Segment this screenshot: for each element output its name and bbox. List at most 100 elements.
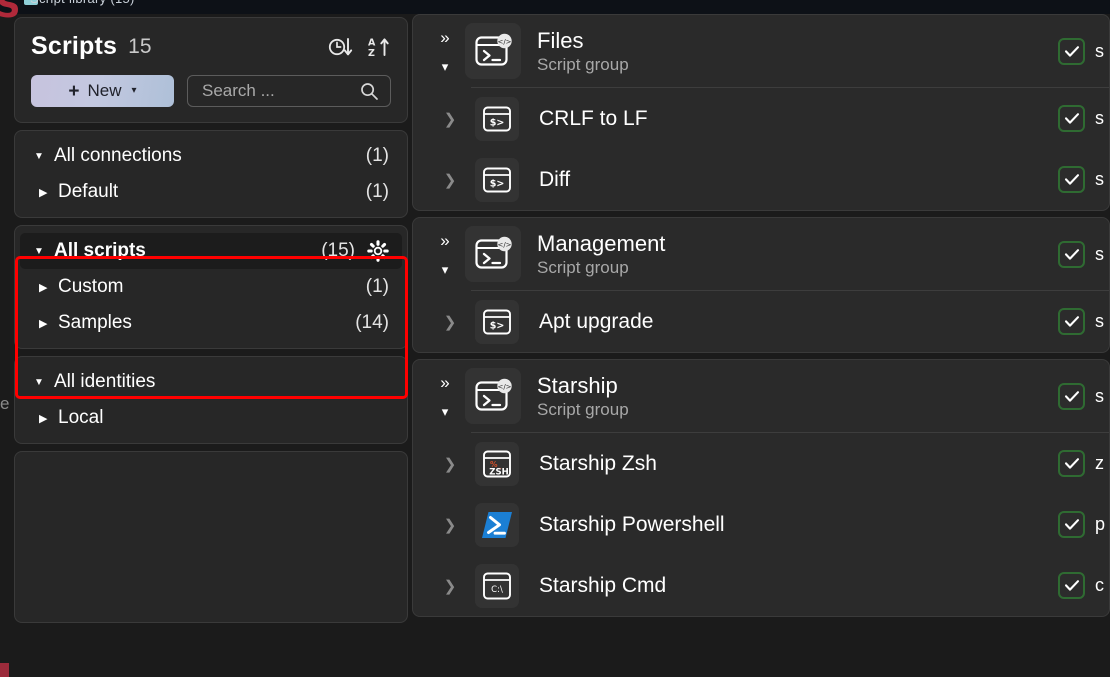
enabled-checkbox[interactable]: [1058, 511, 1085, 538]
sidebar-item-label: Default: [58, 181, 118, 203]
script-group-card: »▾ </> FilesScript group s❯ $> CRLF to L…: [412, 14, 1110, 211]
sidebar-item-local[interactable]: ▶ Local: [20, 400, 402, 436]
search-icon[interactable]: [359, 81, 379, 101]
double-chevron-right-icon[interactable]: »: [440, 374, 449, 391]
script-group-header[interactable]: »▾ </> StarshipScript group s: [413, 360, 1109, 432]
chevron-down-icon[interactable]: ▼: [34, 151, 54, 162]
script-group-header[interactable]: »▾ </> ManagementScript group s: [413, 218, 1109, 290]
sidebar-item-all-identities[interactable]: ▼All identities: [20, 364, 402, 400]
script-row[interactable]: ❯ %_ ZSH Starship Zsh z: [413, 433, 1109, 494]
script-shell-label: s: [1095, 108, 1109, 129]
corner-brand-glyph: S: [0, 0, 21, 23]
clock-sort-descending-icon[interactable]: [328, 36, 354, 58]
script-group-card: »▾ </> StarshipScript group s❯ %_ ZSH St…: [412, 359, 1110, 617]
sidebar-item-count: (1): [366, 276, 389, 298]
group-expand-controls[interactable]: »▾: [425, 232, 465, 276]
svg-text:C:\: C:\: [491, 585, 503, 595]
sidebar-item-count: (14): [355, 312, 389, 334]
sidebar-item-label: Local: [58, 407, 103, 429]
new-script-button[interactable]: + New ▾: [31, 75, 174, 107]
corner-accent-square: [0, 663, 9, 677]
sidebar: Scripts 15 A Z: [14, 17, 408, 672]
chevron-right-icon[interactable]: ▶: [34, 281, 54, 294]
search-input[interactable]: Search ...: [187, 75, 391, 107]
sidebar-item-all-scripts[interactable]: ▼All scripts(15): [20, 233, 402, 269]
script-name: Starship Cmd: [539, 574, 666, 598]
script-group-subtitle: Script group: [537, 400, 629, 420]
svg-text:Z: Z: [368, 48, 375, 58]
sidebar-item-count: (1): [366, 145, 389, 167]
new-button-label: New: [88, 81, 122, 101]
scripts-header-card: Scripts 15 A Z: [14, 17, 408, 123]
sidebar-item-label: Custom: [58, 276, 123, 298]
script-row[interactable]: ❯ $> Apt upgrade s: [413, 291, 1109, 352]
scripts-count: 15: [128, 35, 151, 59]
group-expand-controls[interactable]: »▾: [425, 29, 465, 73]
sidebar-item-custom[interactable]: ▶ Custom (1): [20, 269, 402, 305]
chevron-down-icon[interactable]: ▼: [34, 246, 54, 257]
enabled-checkbox[interactable]: [1058, 450, 1085, 477]
sidebar-item-count: (15): [321, 240, 355, 262]
script-group-shell-label: s: [1095, 386, 1109, 407]
chevron-right-icon[interactable]: ❯: [425, 516, 475, 534]
script-list-panel: »▾ </> FilesScript group s❯ $> CRLF to L…: [412, 14, 1110, 677]
sidebar-item-all-connections[interactable]: ▼All connections (1): [20, 138, 402, 174]
shell-script-icon: $>: [475, 97, 519, 141]
page-title: Scripts: [31, 32, 117, 61]
group-expand-controls[interactable]: »▾: [425, 374, 465, 418]
enabled-checkbox[interactable]: [1058, 166, 1085, 193]
script-group-title: Starship: [537, 373, 629, 398]
sidebar-item-default[interactable]: ▶Default(1): [20, 174, 402, 210]
double-chevron-right-icon[interactable]: »: [440, 232, 449, 249]
script-group-terminal-icon: </>: [465, 368, 521, 424]
sidebar-item-label: All connections: [54, 145, 182, 167]
chevron-down-icon[interactable]: ▾: [442, 405, 449, 418]
enabled-checkbox[interactable]: [1058, 241, 1085, 268]
script-group-header[interactable]: »▾ </> FilesScript group s: [413, 15, 1109, 87]
window-titlebar: Script library (15): [0, 0, 1110, 14]
script-row[interactable]: ❯ $> CRLF to LF s: [413, 88, 1109, 149]
sidebar-item-label: All identities: [54, 371, 155, 393]
chevron-right-icon[interactable]: ▶: [34, 317, 54, 330]
search-placeholder: Search ...: [202, 81, 359, 101]
double-chevron-right-icon[interactable]: »: [440, 29, 449, 46]
script-row[interactable]: ❯ Starship Powershell p: [413, 494, 1109, 555]
script-group-terminal-icon: </>: [465, 226, 521, 282]
chevron-right-icon[interactable]: ❯: [425, 171, 475, 189]
alpha-sort-ascending-icon[interactable]: A Z: [367, 36, 391, 58]
svg-text:</>: </>: [497, 38, 511, 46]
script-row[interactable]: ❯ $> Diff s: [413, 149, 1109, 210]
enabled-checkbox[interactable]: [1058, 308, 1085, 335]
gear-icon[interactable]: [367, 240, 389, 262]
script-group-subtitle: Script group: [537, 258, 665, 278]
chevron-right-icon[interactable]: ▶: [34, 186, 54, 199]
enabled-checkbox[interactable]: [1058, 383, 1085, 410]
chevron-right-icon[interactable]: ❯: [425, 110, 475, 128]
chevron-right-icon[interactable]: ❯: [425, 313, 475, 331]
enabled-checkbox[interactable]: [1058, 105, 1085, 132]
enabled-checkbox[interactable]: [1058, 38, 1085, 65]
chevron-down-icon[interactable]: ▾: [442, 60, 449, 73]
sidebar-item-label: Samples: [58, 312, 132, 334]
identities-group: ▼All identities ▶ Local: [14, 356, 408, 444]
sidebar-item-samples[interactable]: ▶ Samples (14): [20, 305, 402, 341]
chevron-down-icon[interactable]: ▼: [34, 377, 54, 388]
chevron-right-icon[interactable]: ❯: [425, 455, 475, 473]
empty-panel-card: [14, 451, 408, 623]
enabled-checkbox[interactable]: [1058, 572, 1085, 599]
script-group-shell-label: s: [1095, 244, 1109, 265]
chevron-right-icon[interactable]: ▶: [34, 412, 54, 425]
chevron-right-icon[interactable]: ❯: [425, 577, 475, 595]
cmd-icon: C:\: [475, 564, 519, 608]
script-group-subtitle: Script group: [537, 55, 629, 75]
chevron-down-icon: ▾: [132, 86, 137, 96]
script-shell-label: z: [1095, 453, 1109, 474]
script-name: CRLF to LF: [539, 107, 648, 131]
script-row[interactable]: ❯ C:\ Starship Cmd c: [413, 555, 1109, 616]
chevron-down-icon[interactable]: ▾: [442, 263, 449, 276]
svg-text:A: A: [368, 37, 376, 48]
window-title: Script library (15): [30, 0, 135, 6]
script-name: Starship Zsh: [539, 452, 657, 476]
script-group-terminal-icon: </>: [465, 23, 521, 79]
svg-text:$>: $>: [490, 178, 505, 189]
